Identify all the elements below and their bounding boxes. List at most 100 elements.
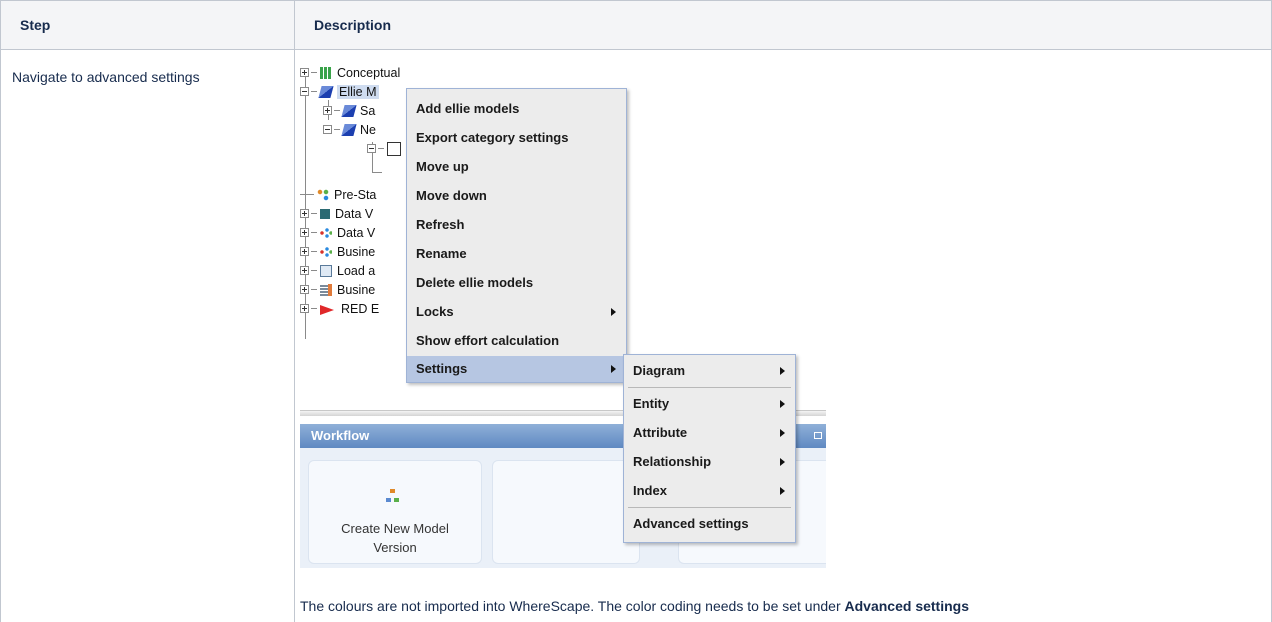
submenu-item-index[interactable]: Index bbox=[624, 477, 795, 505]
submenu-arrow-icon bbox=[611, 308, 616, 316]
tree-item-business-1[interactable]: Busine bbox=[300, 243, 375, 260]
tree-item-load[interactable]: Load a bbox=[300, 262, 375, 279]
table-column-divider bbox=[294, 0, 295, 622]
tree-item-label: Ellie M bbox=[337, 84, 379, 99]
tree-item-ellie-models[interactable]: Ellie M bbox=[300, 83, 379, 100]
diagram-icon bbox=[387, 141, 401, 156]
tree-item-label: Busine bbox=[337, 282, 376, 297]
data-vault-dots-icon bbox=[320, 226, 332, 239]
expand-icon[interactable] bbox=[300, 228, 309, 237]
submenu-arrow-icon bbox=[780, 429, 785, 437]
card-label: Create New Model Version bbox=[341, 521, 449, 555]
expand-icon[interactable] bbox=[300, 304, 309, 313]
tree-item-label: Ne bbox=[360, 122, 376, 137]
tree-item-diagram[interactable] bbox=[367, 140, 406, 157]
submenu-arrow-icon bbox=[780, 458, 785, 466]
tree-item-ellie-model-ne[interactable]: Ne bbox=[323, 121, 376, 138]
submenu-arrow-icon bbox=[780, 367, 785, 375]
menu-item-refresh[interactable]: Refresh bbox=[407, 211, 626, 239]
menu-item-label: Settings bbox=[416, 361, 468, 376]
expand-icon[interactable] bbox=[300, 266, 309, 275]
load-icon bbox=[320, 264, 332, 277]
table-header-row: Step Description bbox=[0, 0, 1272, 50]
menu-item-export-category-settings[interactable]: Export category settings bbox=[407, 124, 626, 152]
create-new-model-version-card[interactable]: Create New Model Version bbox=[308, 460, 482, 564]
menu-item-move-down[interactable]: Move down bbox=[407, 182, 626, 210]
tree-item-pre-stage[interactable]: Pre-Sta bbox=[300, 186, 376, 203]
tree-dash bbox=[334, 110, 340, 111]
submenu-item-attribute[interactable]: Attribute bbox=[624, 419, 795, 447]
tree-item-label: Pre-Sta bbox=[334, 187, 377, 202]
expand-icon[interactable] bbox=[323, 106, 332, 115]
menu-separator bbox=[628, 507, 791, 508]
expand-icon[interactable] bbox=[300, 247, 309, 256]
red-icon bbox=[320, 303, 336, 315]
collapse-icon[interactable] bbox=[300, 87, 309, 96]
tree-dash bbox=[311, 270, 317, 271]
submenu-arrow-icon bbox=[780, 487, 785, 495]
tree-item-conceptual[interactable]: Conceptual bbox=[300, 64, 400, 81]
collapse-icon[interactable] bbox=[323, 125, 332, 134]
menu-item-label: Entity bbox=[633, 396, 670, 411]
submenu-item-advanced-settings[interactable]: Advanced settings bbox=[624, 510, 795, 538]
context-menu: Add ellie models Export category setting… bbox=[406, 88, 627, 383]
conceptual-icon bbox=[320, 66, 332, 79]
menu-item-locks[interactable]: Locks bbox=[407, 298, 626, 326]
menu-item-delete-ellie-models[interactable]: Delete ellie models bbox=[407, 269, 626, 297]
submenu-arrow-icon bbox=[611, 365, 616, 373]
tree-item-label: Load a bbox=[337, 263, 376, 278]
expand-icon[interactable] bbox=[300, 68, 309, 77]
collapse-icon[interactable] bbox=[367, 144, 376, 153]
description-text: The colours are not imported into WhereS… bbox=[300, 598, 969, 614]
workflow-card[interactable] bbox=[492, 460, 640, 564]
menu-item-move-up[interactable]: Move up bbox=[407, 153, 626, 181]
tree-dash bbox=[311, 72, 317, 73]
restore-icon[interactable] bbox=[814, 432, 822, 439]
ellie-model-icon bbox=[341, 104, 357, 117]
menu-item-label: Locks bbox=[416, 304, 454, 319]
ellie-model-icon bbox=[341, 123, 357, 136]
submenu-arrow-icon bbox=[780, 400, 785, 408]
menu-item-add-ellie-models[interactable]: Add ellie models bbox=[407, 95, 626, 123]
tree-item-label: Busine bbox=[337, 244, 376, 259]
menu-item-label: Relationship bbox=[633, 454, 712, 469]
tree-dash bbox=[378, 148, 384, 149]
menu-separator bbox=[628, 387, 791, 388]
step-cell: Navigate to advanced settings bbox=[12, 69, 200, 85]
expand-icon[interactable] bbox=[300, 209, 309, 218]
workflow-title: Workflow bbox=[311, 428, 370, 443]
menu-item-label: Index bbox=[633, 483, 667, 498]
app-screenshot: Conceptual Ellie M Sa Ne Pre-Sta Data V … bbox=[300, 58, 826, 568]
model-version-icon bbox=[386, 489, 400, 503]
submenu-item-entity[interactable]: Entity bbox=[624, 390, 795, 418]
tree-dash bbox=[311, 289, 317, 290]
menu-item-rename[interactable]: Rename bbox=[407, 240, 626, 268]
business-icon bbox=[320, 245, 332, 258]
tree-item-ellie-model-sa[interactable]: Sa bbox=[323, 102, 375, 119]
tree-item-red[interactable]: RED E bbox=[300, 300, 379, 317]
advanced-settings-bold: Advanced settings bbox=[844, 598, 969, 614]
tree-dash bbox=[300, 194, 314, 195]
table-border-left bbox=[0, 0, 1, 622]
menu-item-label: Diagram bbox=[633, 363, 686, 378]
settings-submenu: Diagram Entity Attribute Relationship In… bbox=[623, 354, 796, 543]
header-step: Step bbox=[20, 17, 51, 33]
business-hub-icon bbox=[320, 283, 332, 296]
tree-dash bbox=[334, 129, 340, 130]
submenu-item-relationship[interactable]: Relationship bbox=[624, 448, 795, 476]
tree-item-data-vault-1[interactable]: Data V bbox=[300, 205, 373, 222]
tree-item-business-2[interactable]: Busine bbox=[300, 281, 375, 298]
data-vault-icon bbox=[320, 208, 330, 219]
menu-item-settings[interactable]: Settings bbox=[407, 356, 626, 382]
tree-item-data-vault-2[interactable]: Data V bbox=[300, 224, 375, 241]
tree-item-label: Sa bbox=[360, 103, 376, 118]
tree-connector bbox=[372, 172, 382, 173]
tree-item-label: RED E bbox=[341, 301, 380, 316]
pre-stage-icon bbox=[317, 188, 329, 201]
tree-item-label: Data V bbox=[335, 206, 374, 221]
tree-item-label: Conceptual bbox=[337, 65, 401, 80]
menu-item-show-effort-calculation[interactable]: Show effort calculation bbox=[407, 327, 626, 355]
tree-item-label: Data V bbox=[337, 225, 376, 240]
submenu-item-diagram[interactable]: Diagram bbox=[624, 357, 795, 385]
expand-icon[interactable] bbox=[300, 285, 309, 294]
